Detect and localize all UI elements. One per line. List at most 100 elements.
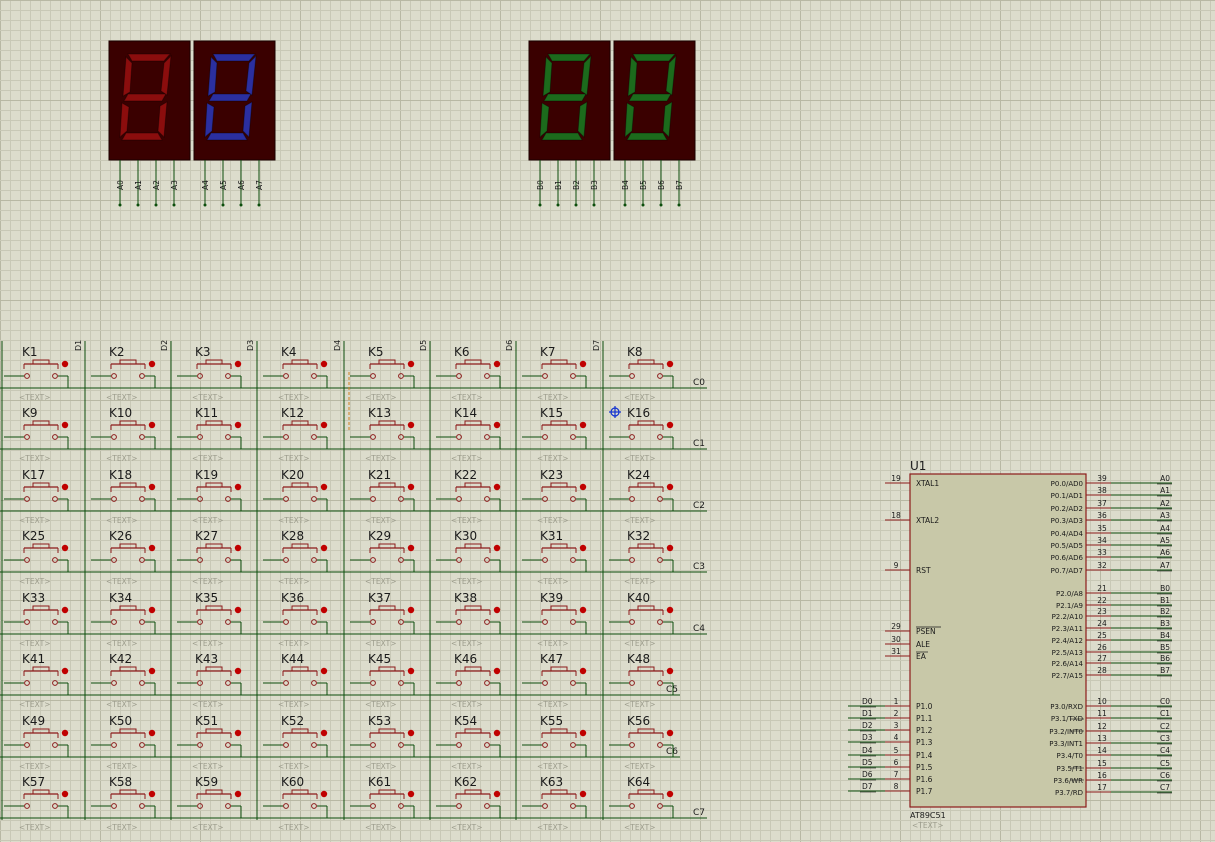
- pin-name: P3.4/T0: [1057, 752, 1083, 760]
- key-switch-k9[interactable]: K9 <TEXT>: [4, 406, 69, 463]
- key-switch-k5[interactable]: K5 <TEXT>: [350, 345, 415, 402]
- pin-number: 18: [891, 511, 901, 520]
- key-pin-dot: [493, 360, 501, 368]
- key-contact: [484, 742, 490, 748]
- key-text-placeholder: <TEXT>: [624, 516, 655, 525]
- key-label: K38: [454, 591, 477, 605]
- key-switch-k37[interactable]: K37 <TEXT>: [350, 591, 415, 648]
- key-label: K6: [454, 345, 470, 359]
- key-text-placeholder: <TEXT>: [106, 516, 137, 525]
- key-switch-k64[interactable]: K64 <TEXT>: [609, 775, 674, 832]
- key-text-placeholder: <TEXT>: [106, 577, 137, 586]
- key-switch-k40[interactable]: K40 <TEXT>: [609, 591, 674, 648]
- pin-name: P2.4/A12: [1052, 637, 1083, 645]
- key-text-placeholder: <TEXT>: [365, 516, 396, 525]
- key-label: K3: [195, 345, 211, 359]
- key-switch-k21[interactable]: K21 <TEXT>: [350, 468, 415, 525]
- pin-name: P0.4/AD4: [1051, 530, 1084, 538]
- key-pin-dot: [234, 606, 242, 614]
- key-switch-k28[interactable]: K28 <TEXT>: [263, 529, 328, 586]
- key-switch-k60[interactable]: K60 <TEXT>: [263, 775, 328, 832]
- key-label: K32: [627, 529, 650, 543]
- key-label: K23: [540, 468, 563, 482]
- key-switch-k59[interactable]: K59 <TEXT>: [177, 775, 242, 832]
- key-pin-dot: [61, 667, 69, 675]
- key-switch-k33[interactable]: K33 <TEXT>: [4, 591, 69, 648]
- key-text-placeholder: <TEXT>: [19, 762, 50, 771]
- key-pin-dot: [666, 544, 674, 552]
- key-switch-k61[interactable]: K61 <TEXT>: [350, 775, 415, 832]
- key-pin-dot: [493, 483, 501, 491]
- key-switch-k32[interactable]: K32 <TEXT>: [609, 529, 674, 586]
- key-switch-k11[interactable]: K11 <TEXT>: [177, 406, 242, 463]
- key-switch-k63[interactable]: K63 <TEXT>: [522, 775, 587, 832]
- pin-end: [574, 203, 578, 207]
- key-switch-k52[interactable]: K52 <TEXT>: [263, 714, 328, 771]
- key-contact: [311, 373, 317, 379]
- key-pin-dot: [666, 729, 674, 737]
- key-label: K31: [540, 529, 563, 543]
- key-switch-k23[interactable]: K23 <TEXT>: [522, 468, 587, 525]
- key-switch-k36[interactable]: K36 <TEXT>: [263, 591, 328, 648]
- segment: [212, 53, 257, 62]
- key-label: K15: [540, 406, 563, 420]
- key-label: K56: [627, 714, 650, 728]
- row-label: C7: [693, 808, 705, 818]
- key-switch-k51[interactable]: K51 <TEXT>: [177, 714, 242, 771]
- key-label: K45: [368, 652, 391, 666]
- key-pin-dot: [148, 790, 156, 798]
- net-label: D1: [862, 709, 873, 718]
- key-contact: [283, 742, 289, 748]
- key-switch-k29[interactable]: K29 <TEXT>: [350, 529, 415, 586]
- key-switch-k1[interactable]: K1 <TEXT>: [4, 345, 69, 402]
- pin-end: [677, 203, 681, 207]
- pin-number: 13: [1097, 734, 1107, 743]
- key-label: K44: [281, 652, 304, 666]
- key-contact: [283, 434, 289, 440]
- key-switch-k25[interactable]: K25 <TEXT>: [4, 529, 69, 586]
- key-switch-k49[interactable]: K49 <TEXT>: [4, 714, 69, 771]
- key-pin-dot: [61, 360, 69, 368]
- key-switch-k56[interactable]: K56 <TEXT>: [609, 714, 674, 771]
- key-switch-k15[interactable]: K15 <TEXT>: [522, 406, 587, 463]
- key-switch-k53[interactable]: K53 <TEXT>: [350, 714, 415, 771]
- key-switch-k35[interactable]: K35 <TEXT>: [177, 591, 242, 648]
- key-switch-k12[interactable]: K12 <TEXT>: [263, 406, 328, 463]
- key-text-placeholder: <TEXT>: [106, 639, 137, 648]
- key-label: K7: [540, 345, 556, 359]
- key-switch-k55[interactable]: K55 <TEXT>: [522, 714, 587, 771]
- schematic-canvas[interactable]: A0 A1 A2 A3 A4 A5 A6 A7 B0 B1 B2 B3 B4 B5 B6 B7 D1 D2 D3 D…: [0, 0, 1215, 842]
- key-switch-k7[interactable]: K7 <TEXT>: [522, 345, 587, 402]
- key-switch-k17[interactable]: K17 <TEXT>: [4, 468, 69, 525]
- key-text-placeholder: <TEXT>: [19, 700, 50, 709]
- net-label: C2: [1160, 722, 1170, 731]
- key-switch-k27[interactable]: K27 <TEXT>: [177, 529, 242, 586]
- key-switch-k20[interactable]: K20 <TEXT>: [263, 468, 328, 525]
- pin-number: 30: [891, 635, 901, 644]
- key-switch-k39[interactable]: K39 <TEXT>: [522, 591, 587, 648]
- key-switch-k13[interactable]: K13 <TEXT>: [350, 406, 415, 463]
- key-switch-k4[interactable]: K4 <TEXT>: [263, 345, 328, 402]
- key-text-placeholder: <TEXT>: [278, 762, 309, 771]
- chip-text-placeholder: <TEXT>: [912, 821, 943, 830]
- key-label: K5: [368, 345, 384, 359]
- key-switch-k19[interactable]: K19 <TEXT>: [177, 468, 242, 525]
- key-pin-dot: [493, 606, 501, 614]
- pin-name: P0.2/AD2: [1051, 505, 1083, 513]
- net-label: C0: [1160, 697, 1170, 706]
- key-switch-k8[interactable]: K8 <TEXT>: [609, 345, 674, 402]
- key-switch-k3[interactable]: K3 <TEXT>: [177, 345, 242, 402]
- net-label: B7: [1160, 666, 1170, 675]
- pin-number: 21: [1097, 584, 1107, 593]
- pin-number: 32: [1097, 561, 1107, 570]
- pin-name: P0.0/AD0: [1051, 480, 1083, 488]
- key-switch-k31[interactable]: K31 <TEXT>: [522, 529, 587, 586]
- net-label: D3: [862, 733, 873, 742]
- key-pin-dot: [579, 606, 587, 614]
- key-pin-dot: [148, 667, 156, 675]
- key-text-placeholder: <TEXT>: [624, 823, 655, 832]
- key-label: K36: [281, 591, 304, 605]
- key-switch-k57[interactable]: K57 <TEXT>: [4, 775, 69, 832]
- key-pin-dot: [666, 667, 674, 675]
- key-switch-k24[interactable]: K24 <TEXT>: [609, 468, 674, 525]
